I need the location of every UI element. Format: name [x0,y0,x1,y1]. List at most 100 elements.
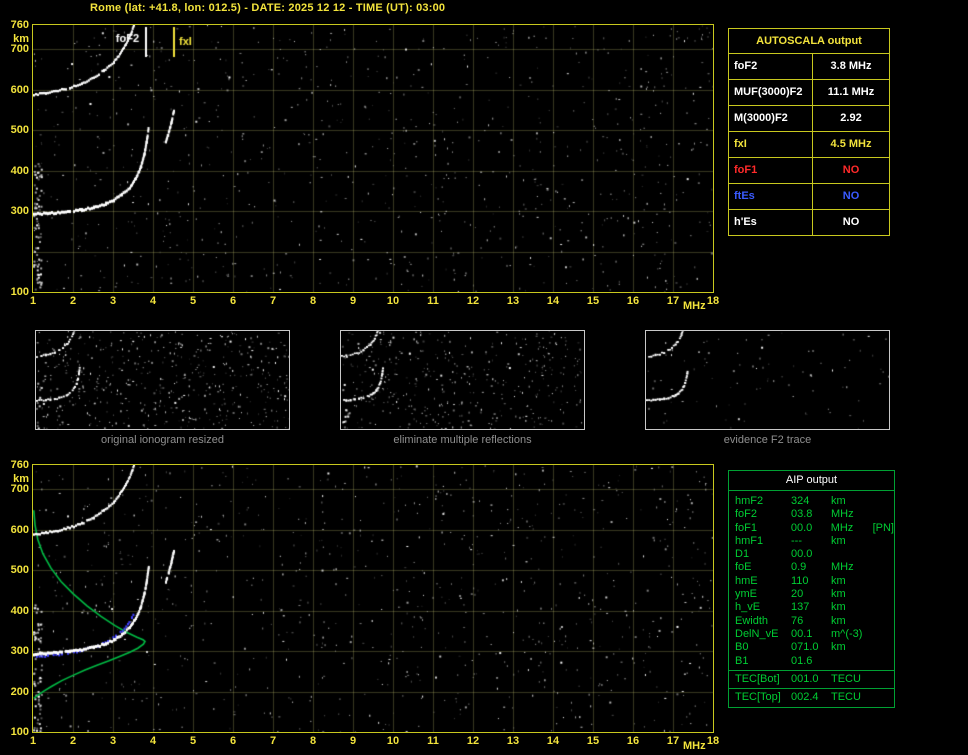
autoscala-row-value: 11.1 MHz [812,80,889,105]
table-row: hmE 110 km [729,575,894,588]
aip-row-label: h_vE [735,601,761,614]
x-tick-label: 9 [349,735,357,747]
aip-row-label: B1 [735,654,749,667]
autoscala-table-title: AUTOSCALA output [756,35,862,47]
aip-row-unit: km [831,574,846,587]
x-tick-label: 1 [29,735,37,747]
aip-row-unit: TECU [831,672,861,685]
y-tick-label: 700 [10,43,29,56]
profile-ionogram-plot [32,464,714,733]
aip-row-label: TEC[Top] [735,691,781,704]
x-tick-label: 8 [309,735,317,747]
table-row: hmF2 324 km [729,495,894,508]
aip-row-unit [831,548,873,561]
x-tick-label: 15 [586,735,600,747]
autoscala-row-value: NO [812,184,889,209]
x-tick-label: 4 [149,295,157,307]
autoscala-row-value: 2.92 [812,106,889,131]
autoscala-row-label: foF2 [734,60,758,72]
aip-row-value: 002.4 [791,691,819,704]
y-tick-label: 200 [10,685,29,698]
aip-row-value: 00.1 [791,627,813,640]
y-axis-unit-label: km [13,33,29,45]
aip-row-unit: MHz [831,508,854,521]
x-tick-label: 16 [626,295,640,307]
aip-row-unit: km [831,588,846,601]
x-tick-label: 7 [269,295,277,307]
x-tick-label: 18 [706,735,720,747]
aip-row-unit: km [831,641,846,654]
table-row: TEC[Top] 002.4 TECU [729,691,894,704]
aip-output-table: AIP output hmF2 324 km foF2 03.8 MHz foF… [728,470,895,709]
y-tick-label: 760 [10,19,29,31]
table-row: DelN_vE 00.1 m^(-3) [729,628,894,641]
x-tick-label: 11 [427,295,439,307]
aip-row-extra: [PN] [872,521,894,534]
x-tick-label: 2 [69,295,77,307]
page-title: Rome (lat: +41.8, lon: 012.5) - DATE: 20… [90,2,446,14]
table-row: D1 00.0 [729,548,894,561]
table-row: B0 071.0 km [729,641,894,654]
x-tick-label: 8 [309,295,317,307]
aip-row-label: D1 [735,548,750,561]
x-tick-label: 2 [69,735,77,747]
y-tick-label: 100 [10,726,29,738]
table-row: hmF1 --- km [729,535,894,548]
aip-row-value: 76 [791,614,804,627]
autoscala-output-table: AUTOSCALA output foF2 3.8 MHz MUF(3000)F… [728,28,890,236]
autoscala-window: Rome (lat: +41.8, lon: 012.5) - DATE: 20… [0,0,968,755]
aip-row-extra [873,561,894,574]
aip-row-extra [873,508,894,521]
aip-row-unit: km [831,534,846,547]
aip-row-unit: km [831,601,846,614]
panel-evidence-f2 [645,330,890,430]
table-row: Ewidth 76 km [729,615,894,628]
table-row: B1 01.6 [729,655,894,668]
y-tick-label: 700 [10,483,29,496]
divider [729,669,894,671]
autoscala-row-label: foF1 [734,164,758,176]
profile-ionogram-canvas [33,465,713,732]
panel-original-canvas [36,331,289,429]
y-tick-label: 600 [10,523,29,536]
aip-row-value: 01.6 [791,654,813,667]
aip-row-value: --- [791,534,802,547]
panel-original-ionogram [35,330,290,430]
x-tick-label: 18 [706,295,720,307]
x-axis-unit-label: MHz [683,300,706,312]
table-row: MUF(3000)F2 11.1 MHz [729,79,889,105]
autoscala-row-value: 4.5 MHz [812,132,889,157]
x-tick-label: 5 [189,735,197,747]
autoscala-row-label: M(3000)F2 [734,112,788,124]
table-row: foF2 03.8 MHz [729,508,894,521]
x-tick-label: 17 [666,295,680,307]
x-tick-label: 16 [626,735,640,747]
aip-row-extra [873,641,894,654]
table-row: foF2 3.8 MHz [729,53,889,79]
aip-row-label: ymE [735,588,757,601]
panel-eliminate-canvas [341,331,584,429]
x-tick-label: 3 [109,735,117,747]
x-tick-label: 3 [109,295,117,307]
x-tick-label: 6 [229,735,237,747]
x-tick-label: 14 [546,735,560,747]
panel-evidence-canvas [646,331,889,429]
aip-row-extra [873,548,894,561]
x-tick-label: 17 [666,735,680,747]
autoscala-row-label: ftEs [734,190,755,202]
x-tick-label: 12 [466,735,480,747]
autoscala-row-value: NO [812,158,889,183]
aip-row-extra [873,588,894,601]
x-tick-label: 11 [427,735,439,747]
table-row: foF1 NO [729,157,889,183]
aip-row-unit [831,655,873,668]
x-tick-label: 10 [386,735,400,747]
aip-row-value: 20 [791,588,804,601]
aip-row-value: 137 [791,601,810,614]
y-tick-label: 760 [10,459,29,471]
table-row: foF1 00.0 MHz [PN] [729,522,894,535]
panel-label: original ionogram resized [101,434,224,446]
aip-table-title: AIP output [729,471,894,491]
panel-eliminate-reflections [340,330,585,430]
y-tick-label: 500 [10,564,29,577]
